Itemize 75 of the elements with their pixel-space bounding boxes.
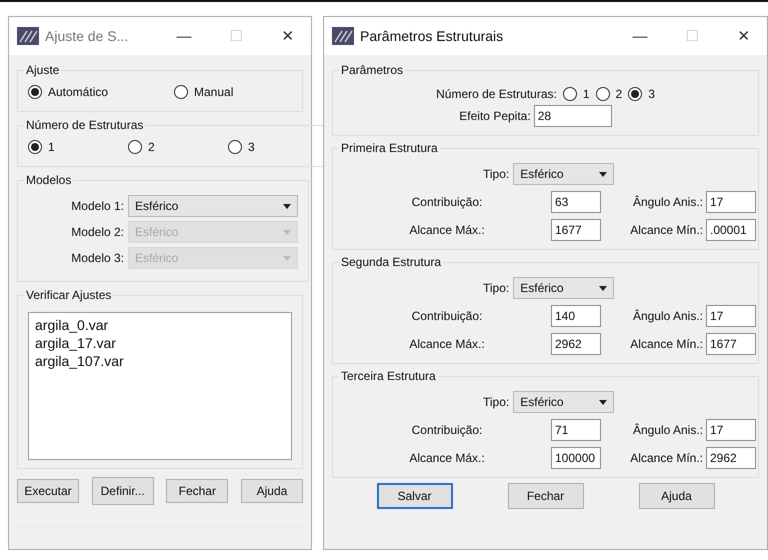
field-label: Alcance Máx.: — [408, 451, 486, 465]
dialog-button[interactable]: Fechar — [166, 479, 228, 503]
field-label: Contribuição: — [410, 309, 484, 323]
field-label: Alcance Mín.: — [629, 451, 704, 465]
radio-button[interactable]: Manual — [174, 85, 234, 99]
input-field[interactable]: 100000 — [551, 447, 601, 469]
model-dropdown[interactable]: Esférico — [128, 195, 298, 217]
dialog-button[interactable]: Executar — [17, 479, 79, 503]
app-icon — [17, 27, 39, 45]
group-title: Segunda Estrutura — [340, 255, 442, 269]
list-item[interactable]: argila_0.var — [35, 317, 285, 333]
field-label: Alcance Máx.: — [408, 223, 486, 237]
input-field[interactable]: 63 — [551, 191, 601, 213]
input-field[interactable]: 17 — [706, 305, 756, 327]
input-field[interactable]: 71 — [551, 419, 601, 441]
type-dropdown[interactable]: Esférico — [513, 277, 614, 299]
field-label: Tipo: — [483, 281, 510, 295]
group-title: Verificar Ajustes — [25, 288, 112, 302]
window-title: Ajuste de S... — [45, 28, 130, 44]
dialog-button[interactable]: Ajuda — [240, 479, 303, 503]
group-title: Parâmetros — [340, 63, 404, 77]
field-label: Modelo 3: — [70, 251, 125, 265]
group-title: Primeira Estrutura — [340, 141, 439, 155]
caret-icon — [599, 172, 608, 176]
close-button[interactable]: ✕ — [265, 27, 311, 45]
group-title: Ajuste — [25, 63, 60, 77]
window-title: Parâmetros Estruturais — [360, 28, 504, 44]
list-item[interactable]: argila_107.var — [35, 353, 285, 369]
dialog-button[interactable]: Fechar — [508, 483, 584, 509]
field-label: Efeito Pepita: — [459, 109, 531, 123]
file-list[interactable]: argila_0.var argila_17.var argila_107.var — [28, 312, 292, 460]
dialog-button[interactable]: Ajuda — [638, 483, 714, 509]
field-label: Modelo 2: — [70, 225, 125, 239]
list-item[interactable]: argila_17.var — [35, 335, 285, 351]
radio-button[interactable]: Automático — [28, 85, 168, 99]
group-title: Modelos — [25, 173, 72, 187]
input-field[interactable]: 1677 — [706, 333, 756, 355]
dialog-button[interactable]: Definir... — [92, 477, 154, 505]
input-field[interactable]: 28 — [534, 105, 612, 127]
field-label: Tipo: — [483, 167, 510, 181]
dialog-button[interactable]: Salvar — [376, 483, 452, 509]
field-label: Alcance Mín.: — [629, 223, 704, 237]
field-label: Ângulo Anis.: — [632, 309, 704, 323]
input-field[interactable]: 140 — [551, 305, 601, 327]
field-label: Ângulo Anis.: — [632, 423, 704, 437]
radio-button[interactable]: 1 — [28, 140, 122, 154]
minimize-button[interactable]: — — [161, 28, 207, 44]
input-field[interactable]: 2962 — [706, 447, 756, 469]
caret-icon — [599, 286, 608, 290]
field-label: Tipo: — [483, 395, 510, 409]
group-title: Número de Estruturas — [25, 118, 144, 132]
field-label: Ângulo Anis.: — [632, 195, 704, 209]
input-field[interactable]: 2962 — [551, 333, 601, 355]
caret-icon — [283, 230, 291, 234]
field-label: Modelo 1: — [70, 199, 125, 213]
radio-button[interactable]: 3 — [228, 140, 322, 154]
minimize-button[interactable]: — — [617, 28, 663, 44]
input-field[interactable]: .00001 — [706, 219, 756, 241]
caret-icon — [283, 256, 291, 260]
field-label: Contribuição: — [410, 195, 484, 209]
input-field[interactable]: 1677 — [551, 219, 601, 241]
type-dropdown[interactable]: Esférico — [513, 163, 614, 185]
field-label: Alcance Máx.: — [408, 337, 486, 351]
close-button[interactable]: ✕ — [721, 27, 767, 45]
input-field[interactable]: 17 — [706, 419, 756, 441]
type-dropdown[interactable]: Esférico — [513, 391, 614, 413]
field-label: Número de Estruturas: — [436, 87, 557, 101]
app-icon — [332, 27, 354, 45]
field-label: Alcance Mín.: — [629, 337, 704, 351]
radio-button[interactable]: 2 — [128, 140, 222, 154]
caret-icon — [283, 204, 291, 208]
group-title: Terceira Estrutura — [340, 369, 437, 383]
caret-icon — [599, 400, 608, 404]
field-label: Contribuição: — [410, 423, 484, 437]
input-field[interactable]: 17 — [706, 191, 756, 213]
